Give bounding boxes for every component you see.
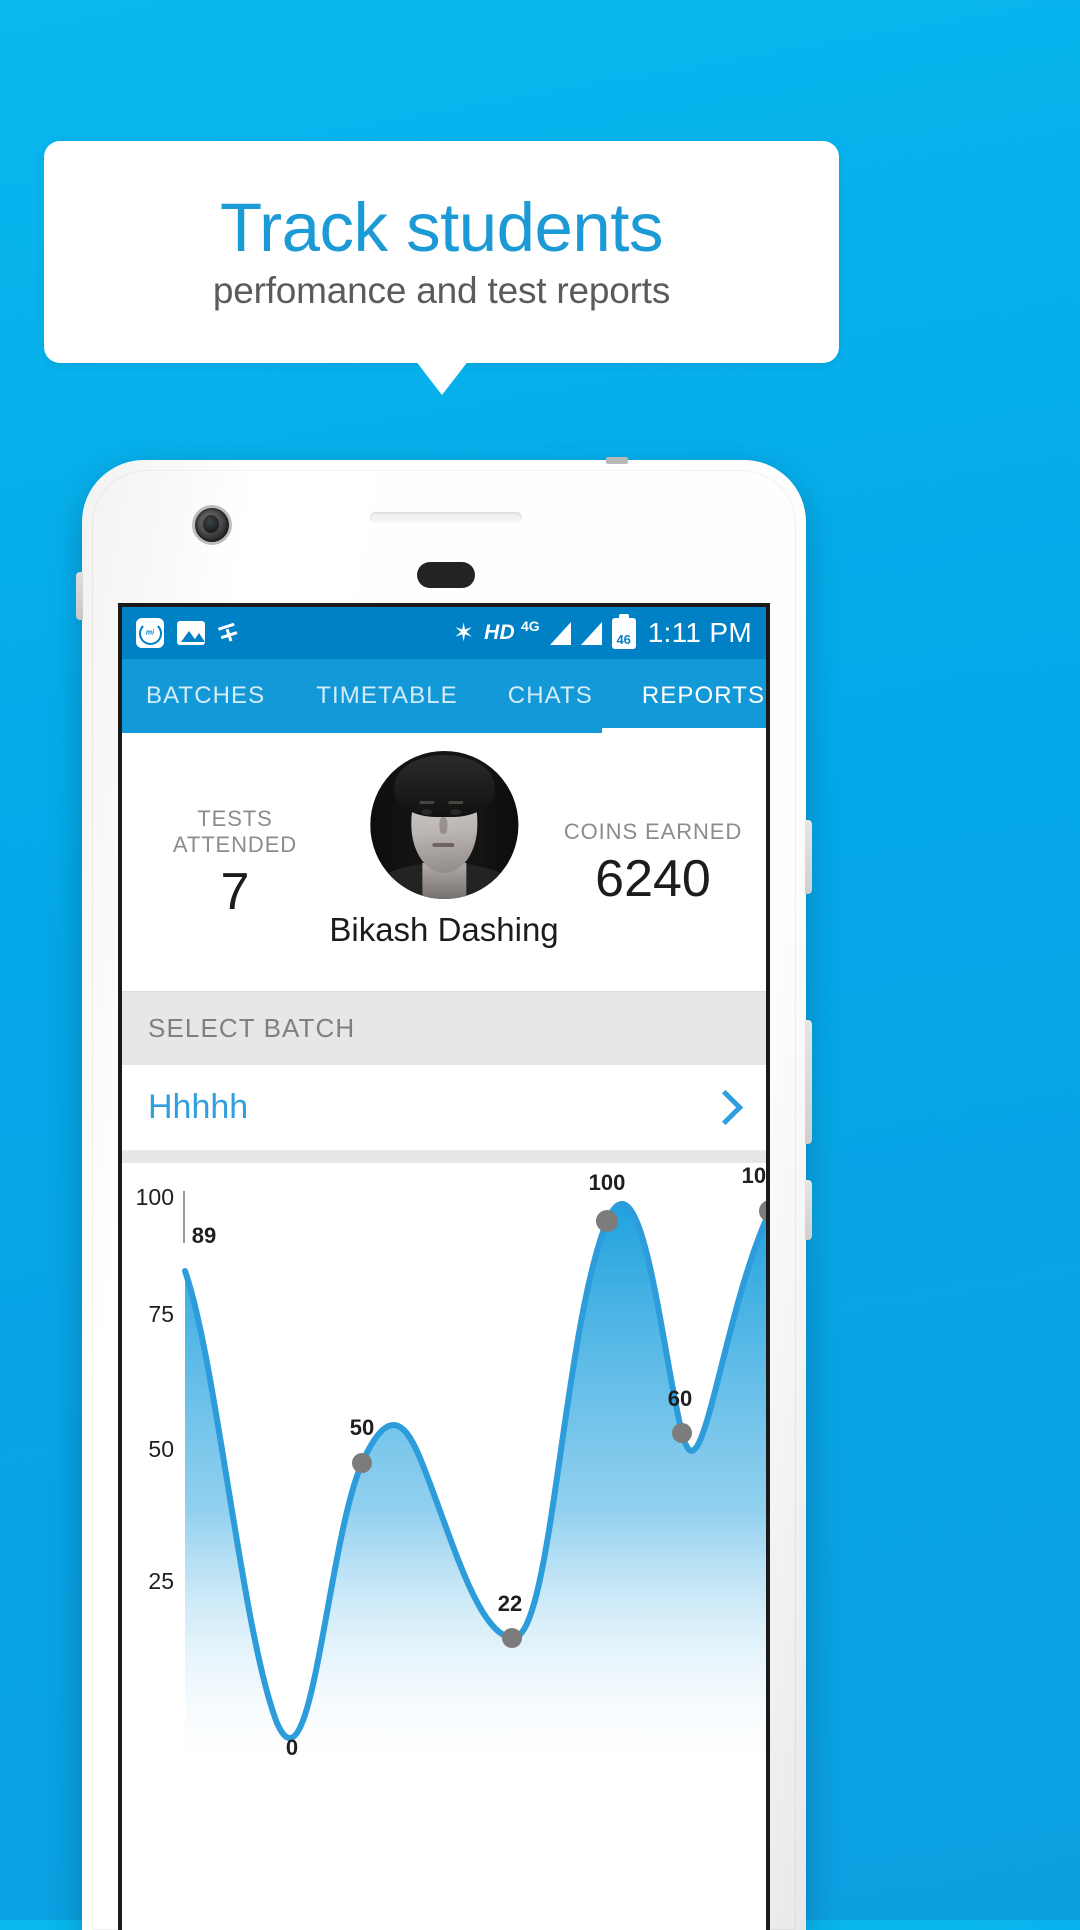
tab-reports[interactable]: REPORTS: [642, 682, 765, 710]
mi-cloud-icon: [136, 618, 164, 648]
ytick-25: 25: [148, 1568, 174, 1594]
select-batch-header: SELECT BATCH: [122, 991, 766, 1065]
bluetooth-icon: ✶: [453, 618, 475, 647]
point-label-3: 50: [350, 1415, 374, 1440]
selected-batch-label: Hhhhh: [148, 1088, 249, 1126]
ytick-50: 50: [148, 1436, 174, 1462]
section-divider: [122, 1151, 766, 1163]
power-button[interactable]: [805, 1180, 812, 1240]
phone-screen: ∓ ✶ HD 4G 46 1:11 PM BATCHES TIMETABLE C…: [118, 603, 770, 1930]
ytick-75: 75: [148, 1301, 174, 1327]
promo-title: Track students: [220, 188, 663, 266]
signal-sim1-icon: [549, 621, 571, 645]
chart-y-axis: 100 75 50 25: [136, 1184, 185, 1594]
student-name: Bikash Dashing: [329, 911, 559, 948]
volume-down-button[interactable]: [805, 1020, 812, 1144]
chart-point-3[interactable]: [352, 1453, 372, 1473]
hd-voice-icon: HD: [484, 621, 515, 644]
avatar[interactable]: [369, 751, 518, 899]
chart-point-4[interactable]: [502, 1628, 522, 1648]
tests-attended-label: TESTS ATTENDED: [172, 806, 298, 857]
left-side-button[interactable]: [76, 572, 83, 620]
point-label-1: 89: [192, 1223, 216, 1248]
point-label-7: 100: [742, 1163, 770, 1188]
point-label-5: 100: [589, 1170, 626, 1195]
tab-bar: BATCHES TIMETABLE CHATS REPORTS: [122, 659, 766, 733]
point-label-4: 22: [498, 1591, 522, 1616]
phone-mockup: ∓ ✶ HD 4G 46 1:11 PM BATCHES TIMETABLE C…: [76, 457, 812, 1930]
battery-level-label: 46: [616, 631, 631, 647]
chart-point-5[interactable]: [596, 1210, 618, 1232]
callout-tail: [415, 360, 469, 395]
status-bar: ∓ ✶ HD 4G 46 1:11 PM: [122, 607, 766, 659]
chevron-right-icon[interactable]: [707, 1089, 744, 1126]
point-label-6: 60: [668, 1386, 692, 1411]
batch-selector-row[interactable]: Hhhhh: [122, 1065, 766, 1151]
signal-sim2-icon: [580, 621, 602, 645]
sensor-strip: [417, 562, 475, 588]
volume-up-button[interactable]: [805, 820, 812, 894]
coins-earned-stat: COINS EARNED 6240: [558, 819, 748, 905]
tab-batches[interactable]: BATCHES: [146, 682, 265, 710]
tests-attended-value: 7: [220, 863, 250, 921]
front-camera-icon: [195, 508, 229, 542]
promo-callout: Track students perfomance and test repor…: [44, 141, 839, 363]
network-4g-icon: 4G: [521, 618, 540, 634]
coins-earned-label: COINS EARNED: [563, 819, 743, 844]
chart-point-7[interactable]: [759, 1200, 770, 1222]
tests-attended-stat: TESTS ATTENDED 7: [140, 806, 330, 918]
sync-disabled-icon: ∓: [214, 615, 243, 650]
performance-chart: 100 75 50 25 89 50 22 100 60 10 0: [122, 1163, 766, 1763]
chart-point-6[interactable]: [672, 1423, 692, 1443]
tab-chats[interactable]: CHATS: [508, 682, 593, 710]
phone-top-notch: [606, 457, 628, 464]
status-bar-right: ✶ HD 4G 46 1:11 PM: [453, 613, 752, 649]
coins-earned-value: 6240: [595, 850, 711, 908]
tab-timetable[interactable]: TIMETABLE: [316, 682, 457, 710]
point-label-2: 0: [286, 1735, 298, 1760]
battery-icon: 46: [611, 613, 636, 649]
profile-summary: TESTS ATTENDED 7 Bikash Dashing COINS EA…: [122, 733, 766, 991]
promo-subtitle: perfomance and test reports: [212, 270, 671, 312]
ytick-100: 100: [136, 1184, 174, 1210]
chart-area-fill: [185, 1203, 766, 1763]
status-bar-left: ∓: [136, 616, 243, 649]
chart-svg: 100 75 50 25 89 50 22 100 60 10 0: [136, 1163, 770, 1763]
earpiece-speaker: [370, 512, 522, 523]
avatar-block: Bikash Dashing: [329, 751, 559, 949]
clock-label: 1:11 PM: [647, 617, 752, 648]
photo-icon: [177, 621, 205, 645]
